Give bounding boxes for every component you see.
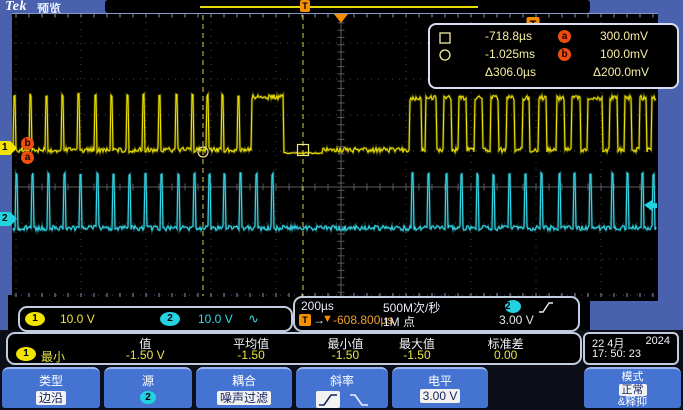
slope-rising-icon[interactable]: [316, 391, 340, 408]
cursor-delta-value: Δ200.0mV: [593, 65, 649, 79]
meas-name: 最小: [41, 348, 65, 365]
menu-coupling-label: 耦合: [196, 372, 292, 389]
meas-min: -1.50: [332, 348, 359, 362]
ch1-waveform-glow: [13, 94, 656, 154]
menu-level-value: 3.00 V: [420, 389, 461, 403]
menu-mode-value: 正常: [619, 384, 647, 396]
time: 17: 50: 23: [592, 348, 670, 360]
menu-level-label: 电平: [392, 372, 488, 389]
menu-trigger-type-label: 类型: [2, 372, 100, 389]
ch1-scale: 10.0 V: [60, 312, 95, 326]
menu-slope-button[interactable]: 斜率: [296, 367, 388, 408]
ch2-badge[interactable]: 2: [160, 312, 180, 326]
trigger-source-badge: 2: [505, 300, 521, 313]
ch2-bandwidth-icon: ∿: [248, 311, 259, 327]
cursor-a-value: 300.0mV: [600, 29, 648, 43]
meas-max: -1.50: [403, 348, 430, 362]
cursor-b-badge-readout: b: [558, 48, 571, 61]
cursor-readout-box: -718.8µs -1.025ms Δ306.0µs a b 300.0mV 1…: [428, 23, 679, 89]
oscilloscope-screen: T Tek 预览 T 1 2 b a -718.8µs -1.025ms Δ30…: [0, 0, 683, 410]
menu-trigger-type-value: 边沿: [36, 391, 66, 405]
meas-value: -1.50 V: [126, 348, 165, 362]
menu-mode-label: 模式: [584, 371, 681, 384]
cursor-marker-symbols: [438, 31, 452, 81]
datetime-box: 22 4月 2024 17: 50: 23: [583, 332, 679, 365]
menu-coupling-value: 噪声过滤: [217, 391, 271, 405]
cursor-a-badge[interactable]: a: [21, 151, 34, 164]
cursor-delta-time: Δ306.0µs: [485, 65, 536, 79]
measurement-box: 值 平均值 最小值 最大值 标准差 1 最小 -1.50 V -1.50 -1.…: [6, 332, 582, 365]
menu-source-value: 2: [140, 391, 156, 404]
cursor-b-value: 100.0mV: [600, 47, 648, 61]
meas-ch-badge: 1: [16, 347, 36, 361]
menu-mode-button[interactable]: 模式 正常 &释抑: [584, 367, 681, 408]
ch1-badge[interactable]: 1: [25, 312, 45, 326]
menu-coupling-button[interactable]: 耦合 噪声过滤: [196, 367, 292, 408]
timebase-readout: 200µs: [301, 299, 334, 313]
record-overview-waveline: [200, 6, 478, 8]
ch2-scale: 10.0 V: [198, 312, 233, 326]
menu-level-button[interactable]: 电平 3.00 V: [392, 367, 488, 408]
menu-source-label: 源: [104, 372, 192, 389]
delay-marker: ▼: [322, 313, 333, 325]
cursor-b-badge[interactable]: b: [21, 137, 34, 150]
meas-stddev: 0.00: [494, 348, 517, 362]
record-length-readout: 1M 点: [383, 313, 415, 330]
trigger-level-readout: 3.00 V: [499, 313, 534, 327]
trigger-slope-icon: [538, 301, 554, 314]
meas-mean: -1.50: [237, 348, 264, 362]
cursor-a-time: -718.8µs: [485, 29, 532, 43]
menu-source-button[interactable]: 源 2: [104, 367, 192, 408]
horizontal-trigger-readout-box: 200µs 500M次/秒 2 T → ▼ -608.800µs 1M 点 3.…: [293, 296, 580, 332]
cursor-a-badge-readout: a: [558, 30, 571, 43]
ch2-waveform-glow: [13, 173, 656, 231]
overview-trigger-marker[interactable]: T: [300, 0, 310, 12]
menu-slope-label: 斜率: [296, 372, 388, 389]
cursor-b-time: -1.025ms: [485, 47, 535, 61]
slope-falling-icon[interactable]: [349, 393, 369, 407]
menu-mode-extra: &释抑: [584, 396, 681, 409]
trigger-position-t-icon: T: [299, 314, 311, 326]
expansion-point-marker: [334, 14, 348, 23]
menu-trigger-type-button[interactable]: 类型 边沿: [2, 367, 100, 408]
channel-readout-box: 1 10.0 V 2 10.0 V ∿: [18, 306, 293, 332]
